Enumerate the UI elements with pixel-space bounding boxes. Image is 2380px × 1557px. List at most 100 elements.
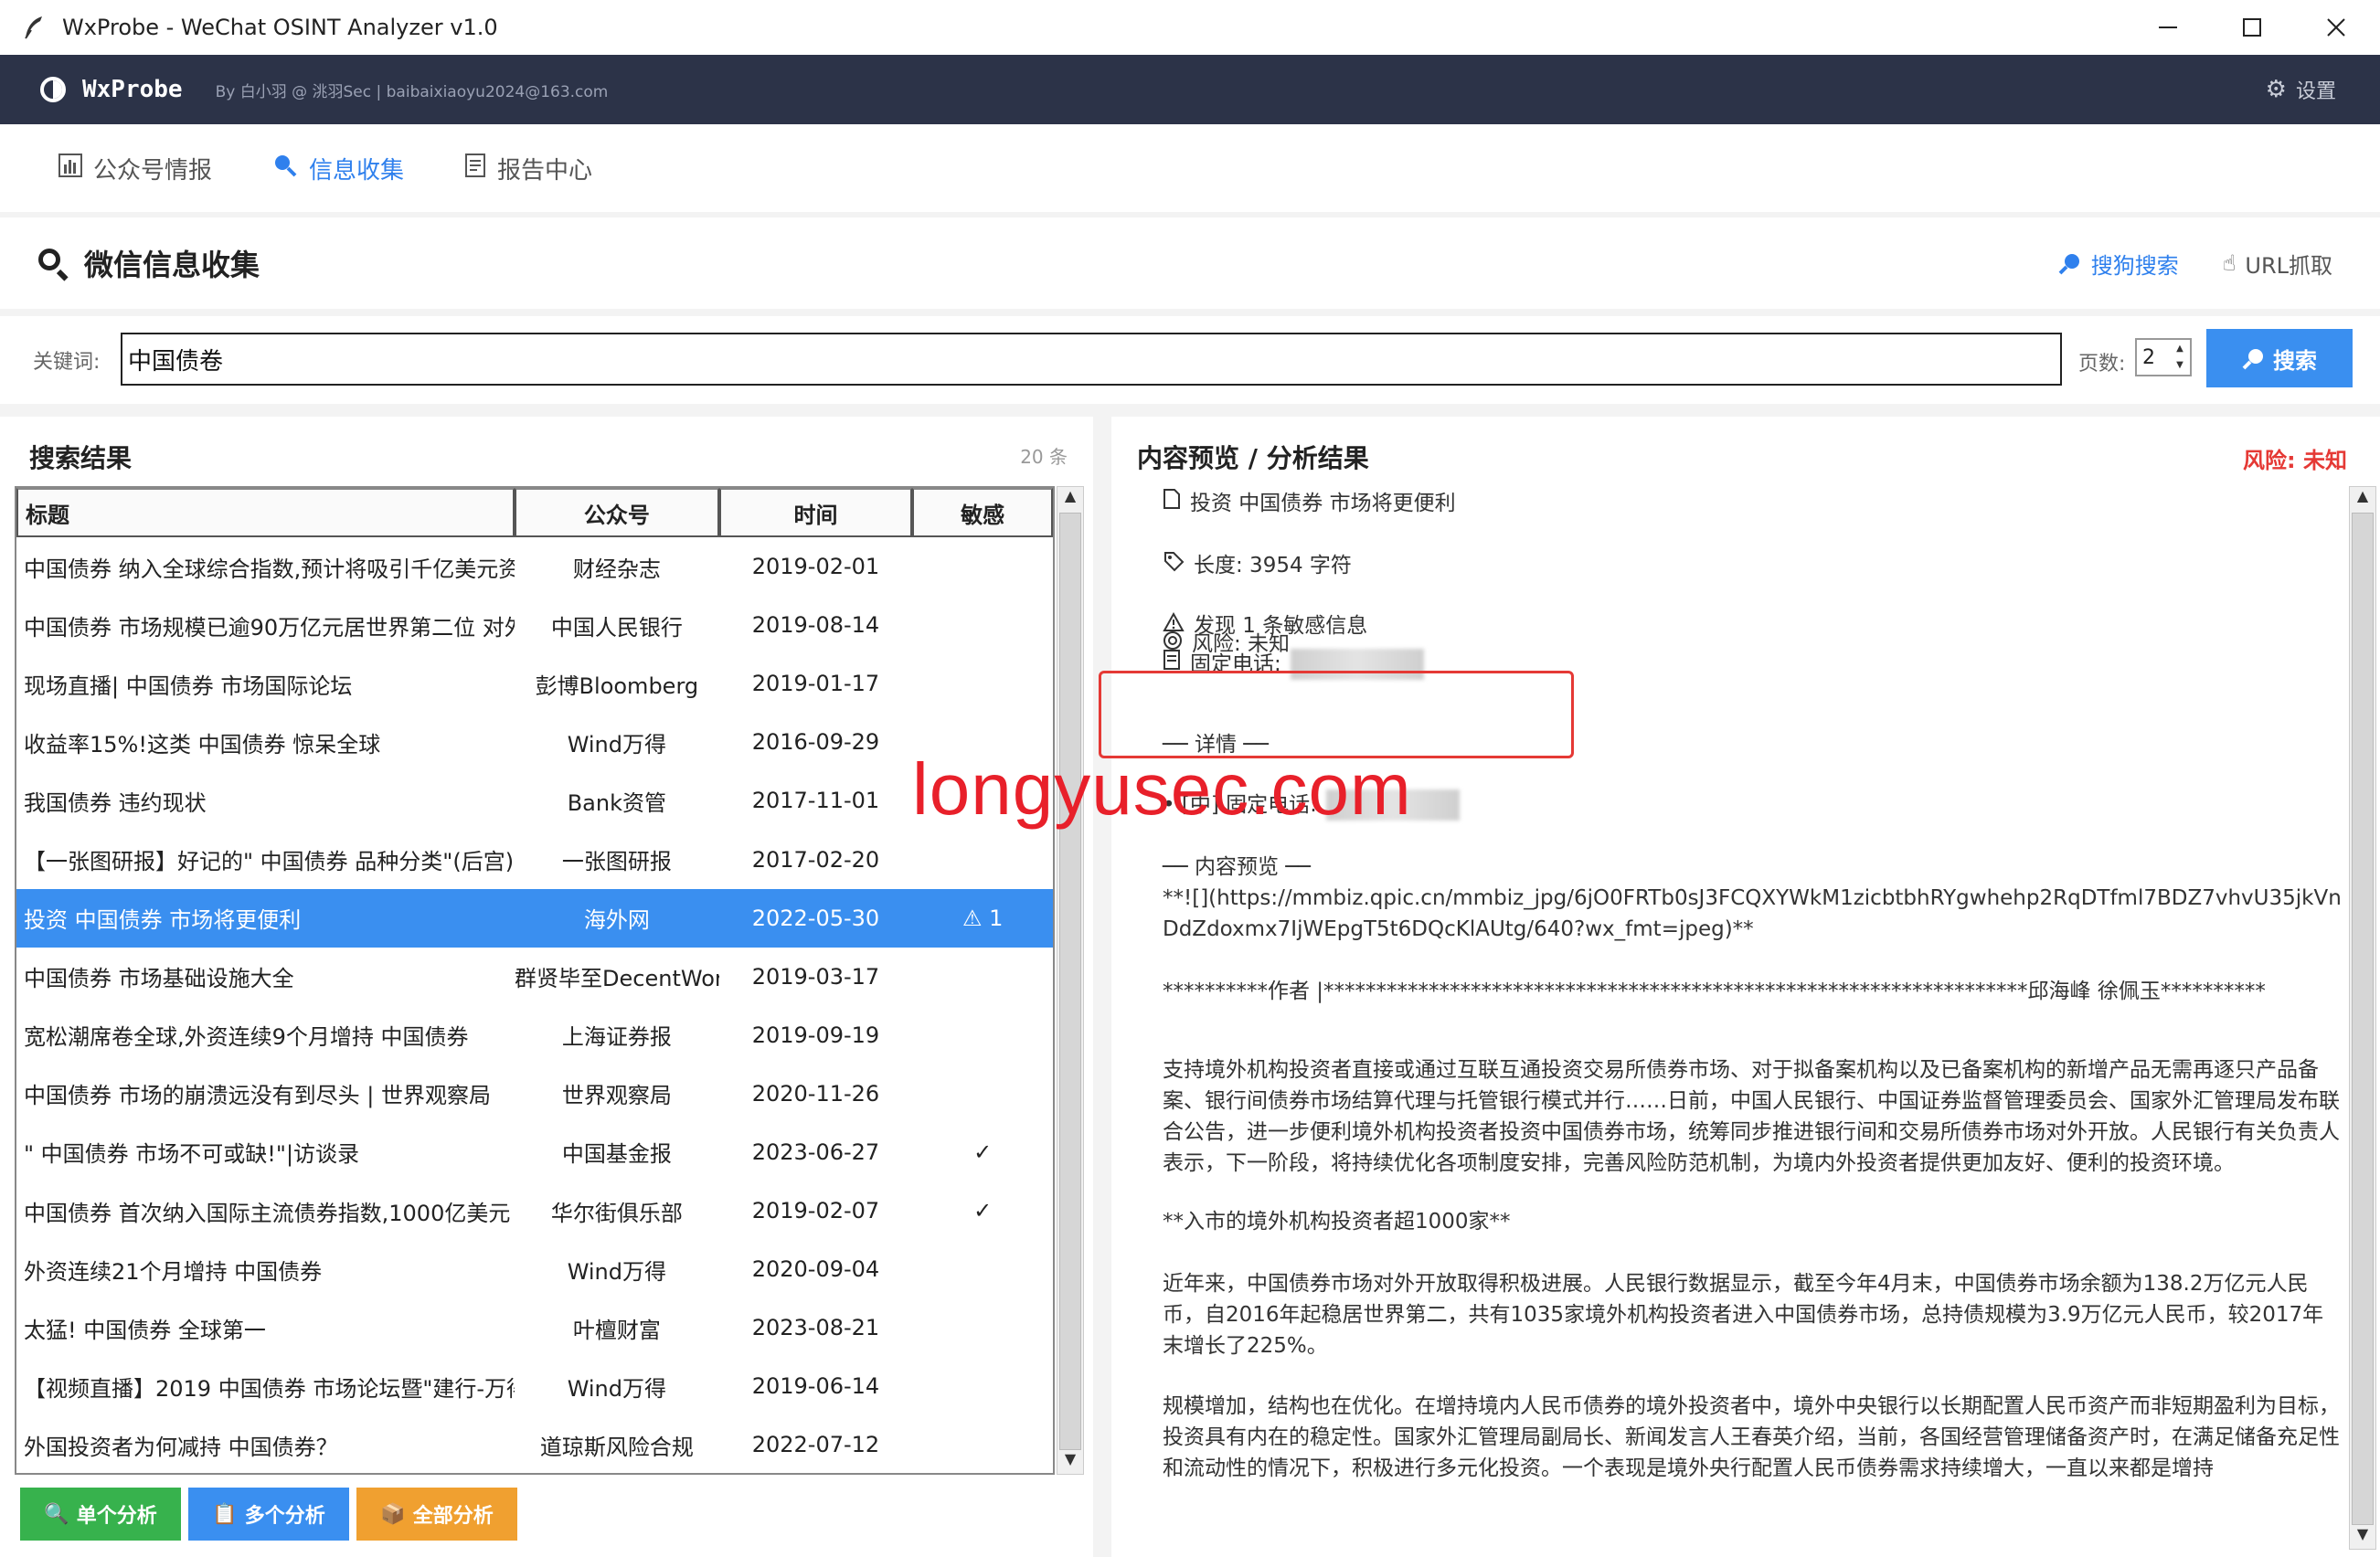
table-row[interactable]: 我国债券 违约现状 Bank资管 2017-11-01 bbox=[16, 771, 1053, 830]
row-title: 外资连续21个月增持 中国债券 bbox=[24, 1258, 323, 1285]
table-row[interactable]: 中国债券 纳入全球综合指数,预计将吸引千亿美元资 财经杂志 2019-02-01 bbox=[16, 537, 1053, 596]
scroll-down-icon[interactable]: ▼ bbox=[1057, 1450, 1083, 1474]
scroll-thumb[interactable] bbox=[1059, 513, 1081, 1450]
keyword-value: 中国债卷 bbox=[128, 347, 224, 376]
settings-label: 设置 bbox=[2295, 80, 2336, 103]
table-row[interactable]: " 中国债券 市场不可或缺!"|访谈录 中国基金报 2023-06-27 ✓ bbox=[16, 1123, 1053, 1181]
scroll-thumb[interactable] bbox=[2352, 513, 2374, 1525]
row-date: 2016-09-29 bbox=[751, 729, 880, 756]
table-row[interactable]: 中国债券 首次纳入国际主流债券指数,1000亿美元 华尔街俱乐部 2019-02-0… bbox=[16, 1181, 1053, 1240]
tab-report-center[interactable]: 报告中心 bbox=[464, 152, 592, 185]
url-fetch-link[interactable]: ☝ URL抓取 bbox=[2223, 248, 2332, 280]
multi-analysis-label: 多个分析 bbox=[244, 1504, 325, 1527]
preview-content[interactable]: 投资 中国债券 市场将更便利 长度: 3954 字符 发现 1 条敏感信息 风险… bbox=[1144, 488, 2342, 1548]
table-row[interactable]: 收益率15%!这类 中国债券 惊呆全球 Wind万得 2016-09-29 bbox=[16, 713, 1053, 771]
table-row[interactable]: 中国债券 市场的崩溃远没有到尽头 | 世界观察局 世界观察局 2020-11-26 bbox=[16, 1064, 1053, 1123]
results-panel: 搜索结果 20 条 标题 公众号 时间 敏感 中国债券 纳入全球综合指数,预计将… bbox=[0, 417, 1093, 1557]
single-analysis-button[interactable]: 🔍 单个分析 bbox=[20, 1488, 181, 1541]
row-title: 中国债券 市场的崩溃远没有到尽头 | 世界观察局 bbox=[24, 1083, 491, 1109]
row-date: 2020-09-04 bbox=[751, 1256, 880, 1283]
row-account: 中国基金报 bbox=[561, 1141, 672, 1168]
all-analysis-label: 全部分析 bbox=[412, 1504, 494, 1527]
keyword-input[interactable]: 中国债卷 bbox=[121, 333, 2062, 386]
row-sensitive: ✓ bbox=[973, 1139, 993, 1165]
row-title: 【一张图研报】好记的" 中国债券 品种分类"(后宫) bbox=[24, 849, 515, 875]
row-date: 2019-03-17 bbox=[751, 963, 880, 990]
spin-up-icon[interactable]: ▲ bbox=[2172, 342, 2188, 356]
column-header-date[interactable]: 时间 bbox=[718, 488, 913, 537]
search-button[interactable]: 搜索 bbox=[2206, 329, 2353, 387]
row-date: 2019-06-14 bbox=[751, 1373, 880, 1400]
row-account: 华尔街俱乐部 bbox=[550, 1200, 683, 1226]
row-title: 我国债券 违约现状 bbox=[24, 789, 207, 816]
row-title: 现场直播| 中国债券 市场国际论坛 bbox=[24, 673, 353, 699]
row-title: 中国债券 市场规模已逾90万亿元居世界第二位 对外 bbox=[24, 614, 515, 641]
row-date: 2017-11-01 bbox=[751, 788, 880, 814]
tab-account-intel[interactable]: 公众号情报 bbox=[58, 152, 212, 185]
search-icon: 🔍 bbox=[44, 1502, 69, 1525]
document-icon bbox=[1163, 488, 1181, 519]
row-account: Wind万得 bbox=[567, 1375, 667, 1402]
table-row[interactable]: 【一张图研报】好记的" 中国债券 品种分类"(后宫) 一张图研报 2017-02-2… bbox=[16, 830, 1053, 888]
table-header: 标题 公众号 时间 敏感 bbox=[16, 488, 1053, 537]
scroll-up-icon[interactable]: ▲ bbox=[2350, 487, 2375, 511]
row-date: 2023-08-21 bbox=[751, 1315, 880, 1341]
url-fetch-label: URL抓取 bbox=[2245, 252, 2332, 279]
table-row[interactable]: 外资连续21个月增持 中国债券 Wind万得 2020-09-04 bbox=[16, 1240, 1053, 1298]
multi-analysis-button[interactable]: 📋 多个分析 bbox=[188, 1488, 349, 1541]
page-count-spinbox[interactable]: 2 ▲ ▼ bbox=[2135, 338, 2192, 376]
clipboard-icon: 📋 bbox=[212, 1502, 238, 1525]
table-row[interactable]: 投资 中国债券 市场将更便利 海外网 2022-05-30 ⚠ 1 bbox=[16, 888, 1053, 948]
row-date: 2019-08-14 bbox=[751, 612, 880, 639]
row-date: 2022-05-30 bbox=[751, 905, 880, 931]
search-icon bbox=[2242, 349, 2263, 370]
row-account: 中国人民银行 bbox=[550, 614, 683, 641]
sogou-search-link[interactable]: 搜狗搜索 bbox=[2058, 248, 2179, 280]
row-account: 群贤毕至DecentWorld bbox=[515, 966, 719, 992]
gear-icon: ⚙ bbox=[2265, 76, 2287, 103]
scroll-down-icon[interactable]: ▼ bbox=[2350, 1525, 2375, 1549]
row-date: 2019-01-17 bbox=[751, 671, 880, 697]
settings-button[interactable]: ⚙ 设置 bbox=[2266, 55, 2336, 124]
tab-label: 信息收集 bbox=[309, 156, 405, 185]
row-title: " 中国债券 市场不可或缺!"|访谈录 bbox=[24, 1141, 360, 1168]
table-row[interactable]: 太猛! 中国债券 全球第一 叶檀财富 2023-08-21 bbox=[16, 1298, 1053, 1357]
table-row[interactable]: 宽松潮席卷全球,外资连续9个月增持 中国债券 上海证券报 2019-09-19 bbox=[16, 1006, 1053, 1064]
keyword-label: 关键词: bbox=[33, 351, 101, 374]
table-row[interactable]: 中国债券 市场规模已逾90万亿元居世界第二位 对外 中国人民银行 2019-08-1… bbox=[16, 596, 1053, 654]
paragraph-3: 规模增加，结构也在优化。在增持境内人民币债券的境外投资者中，境外中央银行以长期配… bbox=[1163, 1394, 2340, 1480]
row-title: 中国债券 市场基础设施大全 bbox=[24, 966, 294, 992]
page-count-label: 页数: bbox=[2078, 353, 2126, 376]
table-row[interactable]: 外国投资者为何减持 中国债券？ 道琼斯风险合规 2022-07-12 bbox=[16, 1415, 1053, 1473]
row-account: 叶檀财富 bbox=[572, 1317, 661, 1343]
maximize-button[interactable] bbox=[2210, 0, 2294, 55]
preview-scrollbar[interactable]: ▲ ▼ bbox=[2349, 486, 2376, 1550]
close-icon bbox=[2327, 18, 2345, 37]
pointer-icon: ☝ bbox=[2222, 250, 2237, 276]
search-icon bbox=[2058, 254, 2079, 275]
tab-label: 公众号情报 bbox=[93, 156, 213, 185]
row-date: 2019-02-07 bbox=[751, 1198, 880, 1224]
close-button[interactable] bbox=[2294, 0, 2378, 55]
paragraph-2: 近年来，中国债券市场对外开放取得积极进展。人民银行数据显示，截至今年4月末，中国… bbox=[1163, 1272, 2324, 1358]
row-title: 收益率15%!这类 中国债券 惊呆全球 bbox=[24, 731, 381, 757]
sogou-search-label: 搜狗搜索 bbox=[2090, 252, 2179, 279]
scroll-up-icon[interactable]: ▲ bbox=[1057, 487, 1083, 511]
brand-name: WxProbe bbox=[82, 76, 183, 103]
column-header-title[interactable]: 标题 bbox=[16, 488, 515, 537]
spin-down-icon[interactable]: ▼ bbox=[2172, 358, 2188, 373]
results-scrollbar[interactable]: ▲ ▼ bbox=[1057, 486, 1084, 1475]
search-icon bbox=[272, 153, 298, 185]
watermark: longyusec.com bbox=[912, 748, 1412, 830]
table-row[interactable]: 【视频直播】2019 中国债券 市场论坛暨"建行-万得 Wind万得 2019-06… bbox=[16, 1357, 1053, 1415]
all-analysis-button[interactable]: 📦 全部分析 bbox=[356, 1488, 517, 1541]
table-row[interactable]: 现场直播| 中国债券 市场国际论坛 彭博Bloomberg 2019-01-17 bbox=[16, 654, 1053, 713]
column-header-account[interactable]: 公众号 bbox=[515, 488, 719, 537]
minimize-button[interactable] bbox=[2126, 0, 2210, 55]
row-title: 宽松潮席卷全球,外资连续9个月增持 中国债券 bbox=[24, 1024, 469, 1051]
row-title: 外国投资者为何减持 中国债券？ bbox=[24, 1434, 338, 1460]
column-header-sensitive[interactable]: 敏感 bbox=[912, 488, 1053, 537]
row-sensitive: ⚠ 1 bbox=[962, 905, 1004, 931]
table-row[interactable]: 中国债券 市场基础设施大全 群贤毕至DecentWorld 2019-03-17 bbox=[16, 948, 1053, 1006]
tab-info-collect[interactable]: 信息收集 bbox=[272, 152, 404, 185]
